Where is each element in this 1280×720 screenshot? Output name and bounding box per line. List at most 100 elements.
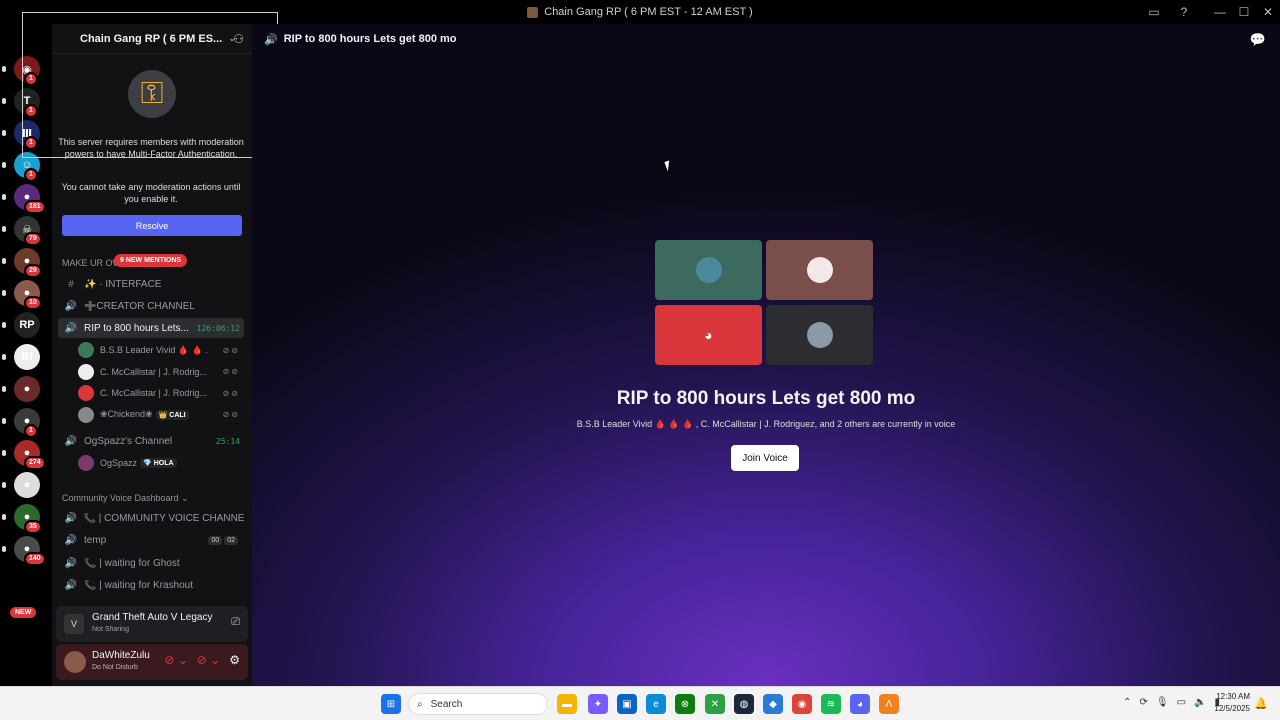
gear-icon[interactable]: ⚙ bbox=[229, 653, 240, 667]
spotify-icon[interactable]: ≋ bbox=[821, 694, 841, 714]
username[interactable]: DaWhiteZulu bbox=[92, 650, 150, 661]
search-icon: ⌕ bbox=[417, 698, 423, 710]
app-orange-icon[interactable]: Λ bbox=[879, 694, 899, 714]
server-mention-badge: 181 bbox=[24, 200, 46, 214]
voice-member[interactable]: ❀Chickend❀ 👑 CALI ⊘⊘ bbox=[78, 405, 244, 425]
help-icon[interactable]: ? bbox=[1176, 4, 1192, 20]
server-mention-badge: 274 bbox=[24, 456, 46, 470]
server-mention-badge: 35 bbox=[24, 520, 42, 534]
file-explorer-icon[interactable]: ▬ bbox=[557, 694, 577, 714]
user-avatar[interactable] bbox=[64, 651, 86, 673]
speaker-icon: 🔊 bbox=[64, 580, 78, 591]
chrome-icon[interactable]: ◉ bbox=[792, 694, 812, 714]
discord-icon[interactable]: ◕ bbox=[850, 694, 870, 714]
channel-ogspazz[interactable]: 🔊 OgSpazz's Channel 25:14 bbox=[58, 431, 244, 451]
avatar bbox=[78, 385, 94, 401]
category-make-ur-own[interactable]: MAKE UR OW bbox=[62, 258, 121, 268]
server-unread-pill bbox=[2, 258, 6, 264]
minimize-button[interactable]: — bbox=[1208, 5, 1232, 19]
muted-deafened-icons: ⊘⊘ bbox=[222, 367, 240, 376]
server-unread-pill bbox=[2, 482, 6, 488]
server-unread-pill bbox=[2, 354, 6, 360]
speaker-icon: 🔊 bbox=[64, 435, 78, 447]
participant-tile[interactable] bbox=[655, 240, 762, 300]
join-voice-button[interactable]: Join Voice bbox=[731, 445, 799, 471]
xbox-icon[interactable]: ✕ bbox=[705, 694, 725, 714]
voice-channel[interactable]: 🔊 📞 | waiting for Ghost bbox=[58, 553, 244, 573]
server-icon[interactable]: ● bbox=[14, 376, 40, 402]
channel-creator[interactable]: 🔊 ➕CREATOR CHANNEL bbox=[58, 296, 244, 316]
speaker-icon: 🔊 bbox=[64, 300, 78, 312]
inbox-icon[interactable]: ▭ bbox=[1146, 4, 1162, 20]
clock[interactable]: 12:30 AM 12/5/2025 bbox=[1214, 691, 1250, 715]
speaker-icon: 🔊 bbox=[64, 535, 78, 546]
network-icon[interactable]: ▭ bbox=[1177, 697, 1186, 708]
start-icon[interactable]: ⊞ bbox=[381, 694, 401, 714]
avatar bbox=[78, 406, 94, 423]
voice-channel-title: RIP to 800 hours Lets get 800 mo bbox=[616, 388, 916, 409]
participant-tile[interactable] bbox=[766, 305, 873, 365]
channel-interface[interactable]: # ✨ · INTERFACE bbox=[58, 274, 244, 294]
voice-member[interactable]: OgSpazz 💎 HOLA bbox=[78, 453, 244, 473]
speaker-icon: 🔊 bbox=[64, 322, 78, 334]
user-panel: DaWhiteZulu Do Not Disturb ⊘ ⌄ ⊘ ⌄ ⚙ bbox=[56, 644, 248, 680]
volume-icon[interactable]: 🔈 bbox=[1194, 697, 1206, 708]
voice-channel[interactable]: 🔊 temp 00 02 bbox=[58, 531, 244, 551]
edge-icon[interactable]: e bbox=[646, 694, 666, 714]
sync-icon[interactable]: ⟳ bbox=[1139, 697, 1147, 708]
copilot-icon[interactable]: ✦ bbox=[588, 694, 608, 714]
mic-icon[interactable]: 🎙 bbox=[1156, 697, 1169, 708]
taskbar-search[interactable]: ⌕ Search bbox=[408, 693, 548, 715]
avatar bbox=[695, 257, 722, 283]
server-icon[interactable]: RP bbox=[14, 312, 40, 338]
user-limit: 00 02 bbox=[208, 536, 238, 545]
resolve-button[interactable]: Resolve bbox=[62, 215, 242, 236]
server-unread-pill bbox=[2, 290, 6, 296]
server-unread-pill bbox=[2, 418, 6, 424]
xbox-app-icon[interactable]: ⊗ bbox=[675, 694, 695, 714]
voice-participants-text: B.S.B Leader Vivid 🩸 🩸 🩸 , C. McCallista… bbox=[576, 419, 956, 429]
close-button[interactable]: ✕ bbox=[1256, 5, 1280, 19]
channel-sidebar: Chain Gang RP ( 6 PM ES... ⌄ ⚇ ⚿ This se… bbox=[52, 24, 252, 686]
sharing-status: Not Sharing bbox=[92, 626, 129, 633]
deafen-icon[interactable]: ⊘ ⌄ bbox=[197, 653, 220, 667]
server-unread-pill bbox=[2, 546, 6, 552]
chat-icon[interactable]: 💬 bbox=[1250, 32, 1266, 48]
channel-rip-800[interactable]: 🔊 RIP to 800 hours Lets... 126:06:12 bbox=[58, 318, 244, 338]
server-unread-pill bbox=[2, 386, 6, 392]
steam-icon[interactable]: ◍ bbox=[734, 694, 754, 714]
server-icon[interactable]: Bf bbox=[14, 344, 40, 370]
hashtag-icon: # bbox=[68, 278, 74, 290]
new-badge[interactable]: NEW bbox=[10, 607, 37, 618]
server-unread-pill bbox=[2, 322, 6, 328]
server-mention-badge: 1 bbox=[24, 136, 38, 150]
screen-share-icon[interactable]: ⎚ bbox=[231, 616, 240, 629]
maximize-button[interactable]: ☐ bbox=[1232, 5, 1256, 19]
voice-channel[interactable]: 🔊 📞 | COMMUNITY VOICE CHANNEL bbox=[58, 508, 244, 528]
server-icon[interactable]: ● bbox=[14, 472, 40, 498]
category-community-voice[interactable]: Community Voice Dashboard ⌄ bbox=[62, 493, 189, 504]
add-member-icon[interactable]: ⚇ bbox=[233, 32, 244, 46]
voice-channel[interactable]: 🔊 📞 | waiting for Krashout bbox=[58, 576, 244, 596]
server-mention-badge: 79 bbox=[24, 232, 42, 246]
voice-member[interactable]: C. McCallistar | J. Rodrig... ⊘⊘ bbox=[78, 362, 244, 382]
avatar bbox=[78, 342, 94, 358]
participant-tile[interactable]: ◕ bbox=[655, 305, 762, 365]
store-icon[interactable]: ▣ bbox=[617, 694, 637, 714]
app-blue-icon[interactable]: ◆ bbox=[763, 694, 783, 714]
voice-member[interactable]: C. McCallistar | J. Rodrig... ⊘⊘ bbox=[78, 383, 244, 403]
chevron-up-icon[interactable]: ⌃ bbox=[1123, 697, 1131, 708]
participant-tile[interactable] bbox=[766, 240, 873, 300]
server-unread-pill bbox=[2, 194, 6, 200]
muted-deafened-icons: ⊘⊘ bbox=[222, 345, 240, 355]
voice-member[interactable]: B.S.B Leader Vivid 🩸 🩸 ... ⊘⊘ bbox=[78, 340, 244, 360]
mute-mic-icon[interactable]: ⊘ ⌄ bbox=[164, 653, 187, 667]
new-mentions-badge[interactable]: 9 NEW MENTIONS bbox=[114, 254, 188, 267]
server-unread-pill bbox=[2, 98, 6, 104]
channel-header-title: RIP to 800 hours Lets get 800 mo bbox=[283, 33, 457, 45]
server-header[interactable]: Chain Gang RP ( 6 PM ES... ⌄ ⚇ bbox=[52, 24, 252, 54]
speaker-icon: 🔊 bbox=[264, 33, 278, 46]
server-mention-badge: 1 bbox=[24, 168, 38, 182]
key-icon: ⚿ bbox=[128, 70, 176, 118]
notification-bell-icon[interactable]: 🔔 bbox=[1254, 697, 1268, 710]
